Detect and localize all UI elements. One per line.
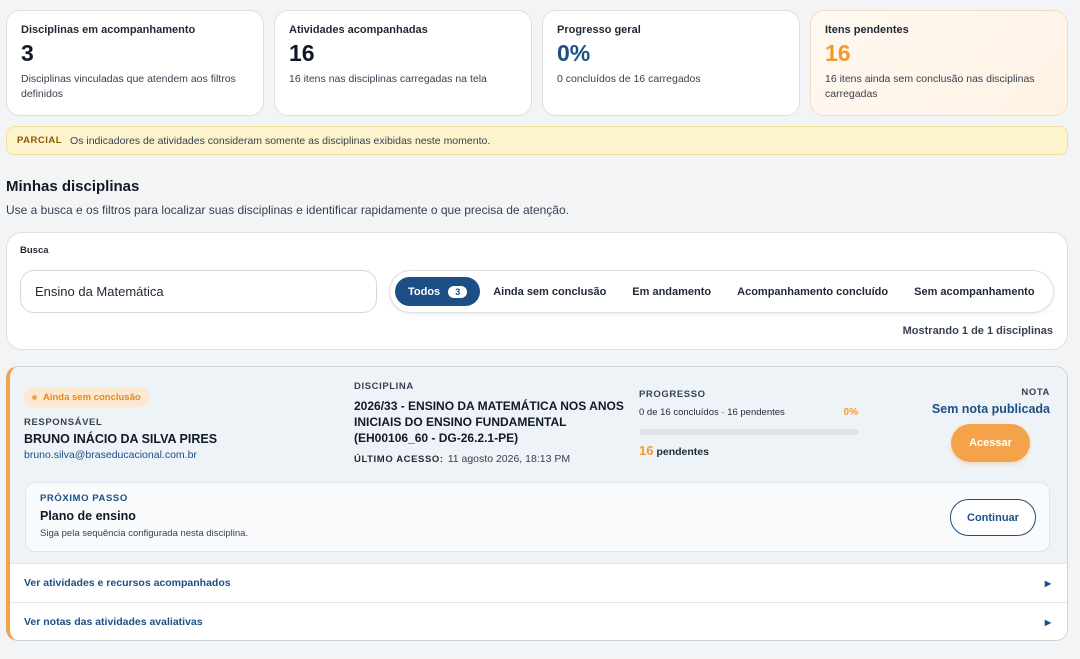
results-count: Mostrando 1 de 1 disciplinas bbox=[902, 325, 1053, 337]
status-badge: Ainda sem conclusão bbox=[24, 387, 150, 407]
next-step-label: PRÓXIMO PASSO bbox=[40, 493, 128, 504]
last-access-label: ÚLTIMO ACESSO: bbox=[354, 454, 444, 465]
filter-all[interactable]: Todos 3 bbox=[395, 277, 481, 306]
progress-percent: 0% bbox=[843, 407, 858, 418]
caret-right-icon: ▶ bbox=[1044, 578, 1051, 588]
responsible-email: bruno.silva@braseducacional.com.br bbox=[24, 449, 197, 461]
search-label: Busca bbox=[20, 245, 49, 256]
stat-desc: Disciplinas vinculadas que atendem aos f… bbox=[21, 73, 236, 100]
stat-value: 16 bbox=[289, 40, 315, 66]
filter-in-progress[interactable]: Em andamento bbox=[619, 277, 724, 306]
stat-label: Progresso geral bbox=[557, 24, 641, 36]
last-access: ÚLTIMO ACESSO: 11 agosto 2026, 18:13 PM bbox=[354, 453, 570, 465]
access-button[interactable]: Acessar bbox=[951, 424, 1030, 462]
course-card: Ainda sem conclusão RESPONSÁVEL BRUNO IN… bbox=[6, 366, 1068, 641]
next-step-desc: Siga pela sequência configurada nesta di… bbox=[40, 528, 249, 539]
filter-tabs: Todos 3 Ainda sem conclusão Em andamento… bbox=[389, 270, 1054, 313]
stat-value: 0% bbox=[557, 40, 591, 66]
next-step-title: Plano de ensino bbox=[40, 509, 136, 523]
responsible-label: RESPONSÁVEL bbox=[24, 417, 103, 428]
stat-card-disciplines: Disciplinas em acompanhamento 3 Discipli… bbox=[6, 10, 264, 116]
expand-label: Ver notas das atividades avaliativas bbox=[24, 616, 203, 628]
last-access-value: 11 agosto 2026, 18:13 PM bbox=[447, 453, 571, 465]
discipline-label: DISCIPLINA bbox=[354, 381, 414, 392]
continue-button[interactable]: Continuar bbox=[950, 499, 1036, 536]
progress-summary: 0 de 16 concluídos · 16 pendentes bbox=[639, 407, 785, 418]
progress-bar bbox=[639, 429, 859, 435]
stat-value: 16 bbox=[825, 40, 851, 66]
grade-value: Sem nota publicada bbox=[931, 402, 1050, 416]
pending-count: 16 bbox=[639, 443, 654, 458]
stats-row: Disciplinas em acompanhamento 3 Discipli… bbox=[6, 10, 1068, 116]
filter-label: Todos bbox=[408, 285, 441, 298]
stat-card-pending: Itens pendentes 16 16 itens ainda sem co… bbox=[810, 10, 1068, 116]
section-title: Minhas disciplinas bbox=[6, 178, 140, 195]
stat-value: 3 bbox=[21, 40, 34, 66]
expand-grades[interactable]: Ver notas das atividades avaliativas ▶ bbox=[10, 602, 1067, 640]
stat-label: Atividades acompanhadas bbox=[289, 24, 428, 36]
stat-desc: 0 concluídos de 16 carregados bbox=[557, 73, 701, 85]
filter-not-completed[interactable]: Ainda sem conclusão bbox=[480, 277, 619, 306]
filter-completed[interactable]: Acompanhamento concluído bbox=[724, 277, 901, 306]
discipline-name: 2026/33 - ENSINO DA MATEMÁTICA NOS ANOS … bbox=[354, 399, 624, 445]
partial-notice: PARCIAL Os indicadores de atividades con… bbox=[6, 126, 1068, 155]
section-subtitle: Use a busca e os filtros para localizar … bbox=[6, 203, 569, 217]
stat-card-activities: Atividades acompanhadas 16 16 itens nas … bbox=[274, 10, 532, 116]
stat-desc: 16 itens nas disciplinas carregadas na t… bbox=[289, 73, 487, 85]
stat-desc: 16 itens ainda sem conclusão nas discipl… bbox=[825, 73, 1035, 100]
search-panel: Busca Todos 3 Ainda sem conclusão Em and… bbox=[6, 232, 1068, 350]
course-header: Ainda sem conclusão RESPONSÁVEL BRUNO IN… bbox=[10, 367, 1067, 563]
notice-tag: PARCIAL bbox=[17, 135, 63, 146]
search-input[interactable] bbox=[20, 270, 377, 313]
stat-label: Itens pendentes bbox=[825, 24, 909, 36]
filter-no-tracking[interactable]: Sem acompanhamento bbox=[901, 277, 1047, 306]
expand-activities-resources[interactable]: Ver atividades e recursos acompanhados ▶ bbox=[10, 563, 1067, 602]
caret-right-icon: ▶ bbox=[1044, 617, 1051, 627]
expand-label: Ver atividades e recursos acompanhados bbox=[24, 577, 231, 589]
notice-text: Os indicadores de atividades consideram … bbox=[70, 134, 491, 147]
stat-label: Disciplinas em acompanhamento bbox=[21, 24, 196, 36]
pending-label: pendentes bbox=[656, 446, 709, 458]
next-step-panel: PRÓXIMO PASSO Plano de ensino Siga pela … bbox=[25, 482, 1050, 552]
status-label: Ainda sem conclusão bbox=[43, 391, 141, 403]
filter-count-badge: 3 bbox=[448, 285, 468, 298]
status-dot-icon bbox=[32, 394, 37, 400]
responsible-name: BRUNO INÁCIO DA SILVA PIRES bbox=[24, 432, 218, 446]
grade-label: NOTA bbox=[1021, 387, 1050, 398]
stat-card-progress: Progresso geral 0% 0 concluídos de 16 ca… bbox=[542, 10, 800, 116]
progress-label: PROGRESSO bbox=[639, 389, 706, 400]
pending-summary: 16 pendentes bbox=[639, 443, 709, 458]
